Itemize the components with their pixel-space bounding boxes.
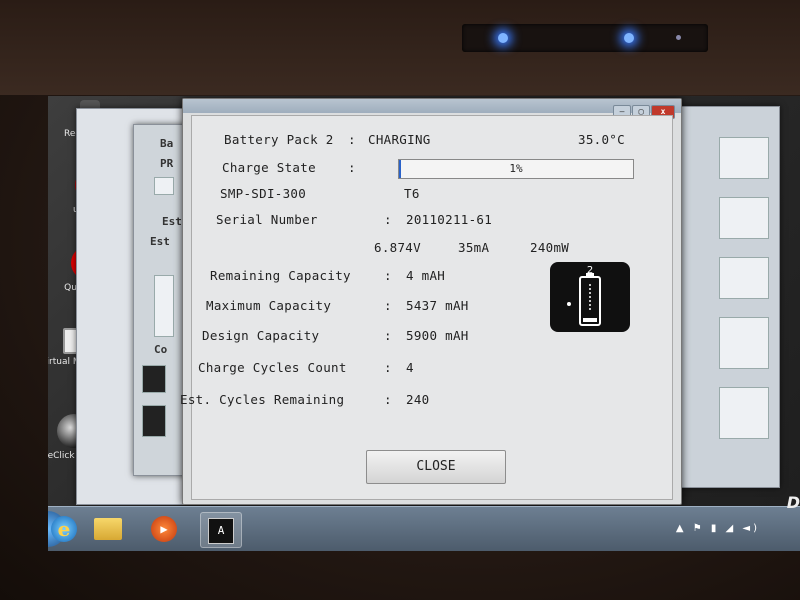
battery-voltage: 6.874V xyxy=(374,240,421,255)
serial-number-colon: : xyxy=(384,212,392,227)
charge-state-percent: 1% xyxy=(509,162,523,175)
battery-power: 240mW xyxy=(530,240,570,255)
maximum-capacity-label: Maximum Capacity xyxy=(206,298,332,313)
screen: Recycle Bin u u-center Q QuickMark Virtu… xyxy=(48,96,800,551)
remaining-capacity-label: Remaining Capacity xyxy=(210,268,351,283)
close-button[interactable]: CLOSE xyxy=(366,450,506,484)
internet-explorer-icon: e xyxy=(51,516,77,542)
est-cycles-remaining-colon: : xyxy=(384,392,392,407)
battery-pack-title: Battery Pack 2 xyxy=(224,132,334,147)
brand-logo: D xyxy=(786,493,800,512)
est-cycles-remaining-value: 240 xyxy=(406,392,430,407)
power-led-icon xyxy=(624,33,634,43)
sensor-dot-icon xyxy=(676,35,681,40)
window-controls: – ▢ x xyxy=(612,99,675,119)
design-capacity-value: 5900 mAH xyxy=(406,328,469,343)
title-separator: : xyxy=(348,132,356,147)
bg-window-cell xyxy=(142,405,166,437)
bg-window-label: Est xyxy=(162,215,182,228)
charge-cycles-label: Charge Cycles Count xyxy=(198,360,347,375)
battery-status: CHARGING xyxy=(368,132,431,147)
media-player-icon: ▶ xyxy=(151,516,177,542)
battery-current: 35mA xyxy=(458,240,490,255)
charge-state-colon: : xyxy=(348,160,356,175)
design-capacity-colon: : xyxy=(384,328,392,343)
charge-cycles-colon: : xyxy=(384,360,392,375)
bg-window-cell xyxy=(142,365,166,393)
maximum-capacity-colon: : xyxy=(384,298,392,313)
serial-number-value: 20110211-61 xyxy=(406,212,493,227)
app-icon: A xyxy=(208,518,234,544)
bg-window-cell xyxy=(719,257,769,299)
battery-status-icon: 2 xyxy=(550,262,630,332)
taskbar-file-explorer[interactable] xyxy=(88,512,128,546)
bg-window-cell xyxy=(154,177,174,195)
system-tray[interactable]: ▲ ⚑ ▮ ◢ ◄) xyxy=(676,523,760,534)
bg-window-label: Est xyxy=(150,235,170,248)
charge-cycles-value: 4 xyxy=(406,360,414,375)
taskbar: e ▶ A ▲ ⚑ ▮ ◢ ◄) D xyxy=(48,493,800,551)
status-led-icon xyxy=(498,33,508,43)
device-bezel xyxy=(0,0,800,95)
battery-info-dialog: – ▢ x Battery Pack 2 : CHARGING 35.0°C Cha… xyxy=(180,98,682,505)
battery-model: SMP-SDI-300 xyxy=(220,186,307,201)
remaining-capacity-colon: : xyxy=(384,268,392,283)
bg-window-label: Co xyxy=(154,343,168,356)
bg-window-label: PR xyxy=(160,157,174,170)
bg-window-cell xyxy=(719,317,769,369)
serial-number-label: Serial Number xyxy=(216,212,318,227)
remaining-capacity-value: 4 mAH xyxy=(406,268,446,283)
bg-window-cell xyxy=(154,275,174,337)
battery-charging-icon: 2 xyxy=(567,265,601,326)
taskbar-media-player[interactable]: ▶ xyxy=(144,512,184,546)
bg-window-cell xyxy=(719,137,769,179)
charge-state-progress: 1% xyxy=(398,159,634,179)
bg-window-label: Ba xyxy=(160,137,174,150)
bg-window-cell xyxy=(719,197,769,239)
status-led-strip xyxy=(462,24,708,52)
taskbar-internet-explorer[interactable]: e xyxy=(48,512,84,546)
maximum-capacity-value: 5437 mAH xyxy=(406,298,469,313)
dialog-titlebar[interactable]: – ▢ x xyxy=(183,99,681,119)
battery-temperature: 35.0°C xyxy=(578,132,625,147)
battery-model-code: T6 xyxy=(404,186,420,201)
dialog-body: Battery Pack 2 : CHARGING 35.0°C Charge … xyxy=(180,115,673,500)
charge-state-label: Charge State xyxy=(222,160,316,175)
taskbar-active-app[interactable]: A xyxy=(200,512,242,548)
folder-icon xyxy=(94,518,122,540)
design-capacity-label: Design Capacity xyxy=(202,328,320,343)
est-cycles-remaining-label: Est. Cycles Remaining xyxy=(180,392,345,407)
bg-window-cell xyxy=(719,387,769,439)
